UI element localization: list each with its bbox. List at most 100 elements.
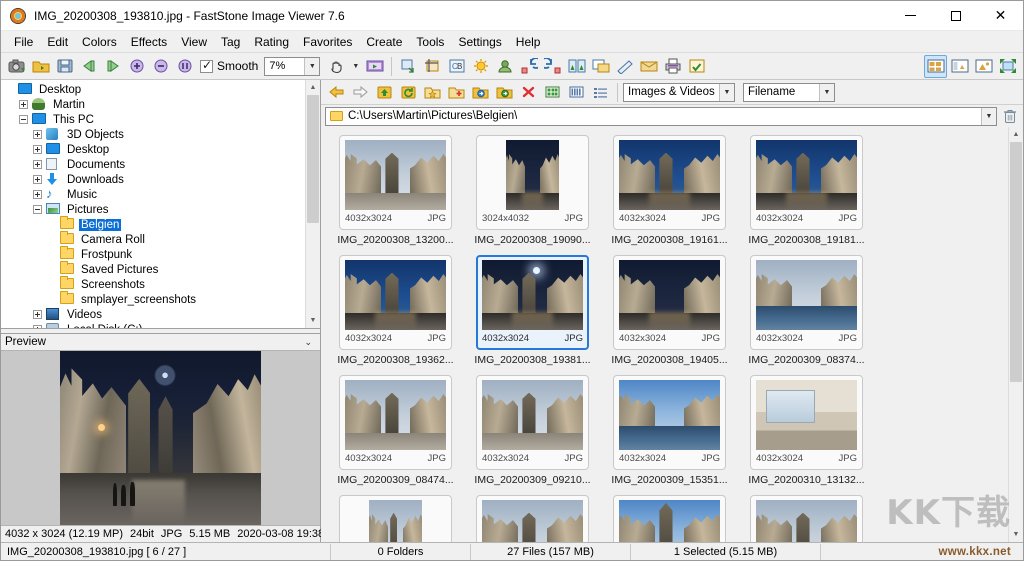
chevron-down-icon[interactable]: ▼ — [304, 58, 319, 75]
thumbnail-frame[interactable]: 4032x3024JPG — [750, 375, 863, 470]
menu-tools[interactable]: Tools — [409, 32, 451, 52]
thumbnail-cell[interactable]: 4032x3024JPGIMG_20200308_13200... — [327, 135, 464, 255]
tree-item-local-disk-c[interactable]: Local Disk (C:) — [1, 322, 305, 328]
sort-combo[interactable]: Filename ▼ — [743, 83, 835, 102]
tree-scrollbar[interactable]: ▲ ▼ — [305, 80, 320, 328]
thumbnail-cell[interactable]: 4032x3024JPGIMG_20200309_08474... — [327, 375, 464, 495]
zoom-level-combo[interactable]: 7% ▼ — [264, 57, 320, 76]
thumbnail-cell[interactable]: 4032x3024JPGIMG_20200311_11371... — [464, 495, 601, 542]
tree-item-this-pc[interactable]: This PC — [1, 112, 305, 127]
thumbnail-cell[interactable]: 4032x3024JPGIMG_20200308_19161... — [601, 135, 738, 255]
back-arrow-icon[interactable] — [325, 82, 348, 103]
tree-item-documents[interactable]: Documents — [1, 157, 305, 172]
thumbnail-cell[interactable]: 4032x3024JPGIMG_20200308_19381... — [464, 255, 601, 375]
tree-item-smplayer-screenshots[interactable]: smplayer_screenshots — [1, 292, 305, 307]
color-adjust-icon[interactable]: CB — [445, 55, 468, 78]
email-icon[interactable] — [637, 55, 660, 78]
thumbnail-cell[interactable]: 4032x3024JPGIMG_20200309_09210... — [464, 375, 601, 495]
rotate-left-icon[interactable] — [517, 55, 540, 78]
draw-board-icon[interactable] — [613, 55, 636, 78]
expand-icon[interactable] — [33, 325, 42, 328]
tree-item-camera-roll[interactable]: Camera Roll — [1, 232, 305, 247]
close-button[interactable]: ✕ — [978, 1, 1023, 31]
rotate-right-icon[interactable] — [541, 55, 564, 78]
chevron-down-icon[interactable]: ▼ — [1009, 527, 1023, 542]
thumbnail-cell[interactable]: 4032x3024JPGIMG_20200308_19181... — [738, 135, 875, 255]
chevron-down-icon[interactable]: ▼ — [306, 313, 320, 328]
thumbnail-cell[interactable]: 4032x3024JPGIMG_20200309_15351... — [601, 375, 738, 495]
previous-image-icon[interactable] — [77, 55, 100, 78]
thumbnail-cell[interactable]: 4032x3024JPGIMG_20200308_19362... — [327, 255, 464, 375]
chevron-up-icon[interactable]: ▲ — [1009, 127, 1023, 142]
tree-scroll-track[interactable] — [306, 95, 320, 313]
thumbnail-frame[interactable]: 4032x3024JPG — [339, 135, 452, 230]
tree-item-saved-pictures[interactable]: Saved Pictures — [1, 262, 305, 277]
forward-arrow-icon[interactable] — [349, 82, 372, 103]
tree-item-frostpunk[interactable]: Frostpunk — [1, 247, 305, 262]
thumbnail-cell[interactable]: 3024x4032JPGIMG_20200311_11365... — [327, 495, 464, 542]
expand-icon[interactable] — [33, 190, 42, 199]
preview-image-area[interactable] — [1, 351, 320, 525]
chevron-down-icon[interactable]: ▼ — [719, 84, 734, 101]
minimize-button[interactable] — [888, 1, 933, 31]
collapse-icon[interactable] — [19, 115, 28, 124]
tree-item-pictures[interactable]: Pictures — [1, 202, 305, 217]
tree-item-downloads[interactable]: Downloads — [1, 172, 305, 187]
thumbnail-view-icon[interactable] — [924, 55, 947, 78]
expand-icon[interactable] — [33, 310, 42, 319]
thumbnail-cell[interactable]: 3024x4032JPGIMG_20200308_19090... — [464, 135, 601, 255]
thumbnail-frame[interactable] — [750, 495, 863, 542]
folder-tree[interactable]: DesktopMartinThis PC3D ObjectsDesktopDoc… — [1, 80, 305, 328]
detail-list-icon[interactable] — [565, 82, 588, 103]
thumbnail-cell[interactable]: 4032x3024JPGIMG_20200308_19405... — [601, 255, 738, 375]
preview-view-icon[interactable] — [972, 55, 995, 78]
move-to-folder-icon[interactable] — [493, 82, 516, 103]
menu-tag[interactable]: Tag — [214, 32, 247, 52]
thumbnail-frame[interactable]: 4032x3024JPG — [750, 135, 863, 230]
thumbnail-frame[interactable]: 4032x3024JPG — [339, 375, 452, 470]
new-folder-icon[interactable] — [445, 82, 468, 103]
next-image-icon[interactable] — [101, 55, 124, 78]
menu-help[interactable]: Help — [509, 32, 548, 52]
thumbnail-frame[interactable]: 4032x3024JPG — [339, 255, 452, 350]
smooth-checkbox[interactable]: Smooth — [197, 59, 263, 73]
open-folder-icon[interactable] — [29, 55, 52, 78]
save-as-icon[interactable] — [53, 55, 76, 78]
zoom-out-icon[interactable] — [149, 55, 172, 78]
tree-item-videos[interactable]: Videos — [1, 307, 305, 322]
thumbnail-cell[interactable] — [738, 495, 875, 542]
lighting-icon[interactable] — [469, 55, 492, 78]
expand-icon[interactable] — [33, 160, 42, 169]
thumbnail-frame[interactable]: 3024x4032JPG — [339, 495, 452, 542]
favorites-icon[interactable] — [421, 82, 444, 103]
menu-settings[interactable]: Settings — [451, 32, 508, 52]
chevron-double-down-icon[interactable]: ⌄ — [304, 337, 316, 348]
tree-item-3d-objects[interactable]: 3D Objects — [1, 127, 305, 142]
collapse-icon[interactable] — [33, 205, 42, 214]
tree-item-desktop[interactable]: Desktop — [1, 82, 305, 97]
grid-scroll-track[interactable] — [1009, 142, 1023, 527]
crop-icon[interactable] — [421, 55, 444, 78]
hand-tool-icon[interactable] — [325, 55, 348, 78]
menu-favorites[interactable]: Favorites — [296, 32, 359, 52]
thumbnail-frame[interactable]: 4032x3024JPG — [613, 375, 726, 470]
hand-tool-dropdown-icon[interactable]: ▼ — [349, 63, 362, 70]
filmstrip-view-icon[interactable] — [948, 55, 971, 78]
tree-item-music[interactable]: ♪Music — [1, 187, 305, 202]
thumbnail-cell[interactable]: 4032x3024JPGIMG_20200309_08374... — [738, 255, 875, 375]
tree-item-martin[interactable]: Martin — [1, 97, 305, 112]
thumbnail-cell[interactable]: 4032x3024JPGIMG_20200310_13132... — [738, 375, 875, 495]
thumbnail-frame[interactable]: 4032x3024JPG — [750, 255, 863, 350]
thumbnail-frame[interactable]: 4032x3024JPG — [613, 135, 726, 230]
tree-item-belgien[interactable]: Belgien — [1, 217, 305, 232]
chevron-down-icon[interactable]: ▼ — [981, 108, 996, 125]
menu-colors[interactable]: Colors — [75, 32, 124, 52]
thumbnail-frame[interactable]: 4032x3024JPG — [613, 255, 726, 350]
print-icon[interactable] — [661, 55, 684, 78]
thumbnail-frame[interactable]: 4032x3024JPG — [613, 495, 726, 542]
file-filter-combo[interactable]: Images & Videos ▼ — [623, 83, 735, 102]
detail-view-icon[interactable] — [589, 82, 612, 103]
compare-images-icon[interactable] — [565, 55, 588, 78]
refresh-icon[interactable] — [397, 82, 420, 103]
clone-stamp-icon[interactable] — [589, 55, 612, 78]
